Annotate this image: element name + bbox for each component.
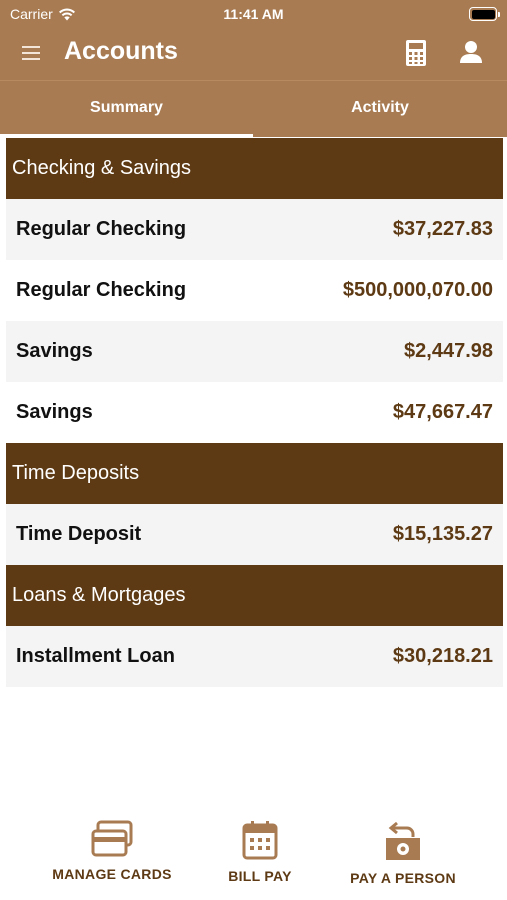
accounts-list: Checking & Savings Regular Checking $37,…	[6, 138, 503, 687]
tab-activity[interactable]: Activity	[253, 81, 507, 138]
status-bar: Carrier 11:41 AM	[0, 0, 507, 28]
account-name: Savings	[16, 401, 93, 423]
bill-pay-button[interactable]: BILL PAY	[220, 820, 300, 884]
manage-cards-label: MANAGE CARDS	[52, 866, 172, 882]
section-header-checking-savings: Checking & Savings	[6, 138, 503, 199]
account-row[interactable]: Time Deposit $15,135.27	[6, 504, 503, 565]
section-header-loans-mortgages: Loans & Mortgages	[6, 565, 503, 626]
profile-button[interactable]	[458, 39, 488, 69]
money-transfer-icon	[386, 821, 420, 860]
account-name: Regular Checking	[16, 218, 187, 240]
account-balance: $30,218.21	[392, 645, 493, 667]
pay-a-person-label: PAY A PERSON	[350, 870, 456, 886]
page-title: Accounts	[64, 37, 178, 65]
calculator-icon	[406, 40, 426, 66]
account-row[interactable]: Regular Checking $500,000,070.00	[6, 260, 503, 321]
account-name: Savings	[16, 340, 93, 362]
tab-summary-label: Summary	[90, 99, 163, 116]
account-balance: $15,135.27	[392, 523, 493, 545]
tab-summary[interactable]: Summary	[0, 81, 253, 138]
account-balance: $2,447.98	[404, 340, 493, 362]
account-name: Installment Loan	[16, 645, 175, 667]
bottom-action-bar: MANAGE CARDS BILL PAY PAY A PERSON	[0, 810, 507, 900]
status-time: 11:41 AM	[223, 6, 284, 22]
menu-button[interactable]	[22, 42, 46, 64]
account-row[interactable]: Savings $47,667.47	[6, 382, 503, 443]
account-name: Regular Checking	[16, 279, 187, 301]
menu-icon	[22, 46, 46, 60]
account-balance: $37,227.83	[392, 218, 493, 240]
account-balance: $47,667.47	[392, 401, 493, 423]
tab-selected-indicator	[0, 134, 253, 137]
account-balance: $500,000,070.00	[342, 279, 493, 301]
account-row[interactable]: Savings $2,447.98	[6, 321, 503, 382]
tab-bar: Summary Activity	[0, 80, 507, 137]
account-row[interactable]: Regular Checking $37,227.83	[6, 199, 503, 260]
account-row[interactable]: Installment Loan $30,218.21	[6, 626, 503, 687]
battery-icon	[469, 7, 500, 21]
section-header-time-deposits: Time Deposits	[6, 443, 503, 504]
tab-activity-label: Activity	[351, 99, 409, 116]
cards-icon	[91, 820, 133, 857]
calendar-icon	[242, 821, 278, 860]
manage-cards-button[interactable]: MANAGE CARDS	[46, 820, 178, 882]
pay-a-person-button[interactable]: PAY A PERSON	[340, 820, 466, 886]
user-icon	[460, 41, 482, 63]
calculator-button[interactable]	[405, 39, 433, 69]
app-header: Carrier 11:41 AM Accounts Summary Activi…	[0, 0, 507, 137]
account-name: Time Deposit	[16, 523, 142, 545]
bill-pay-label: BILL PAY	[228, 868, 292, 884]
nav-bar: Accounts	[0, 28, 507, 78]
